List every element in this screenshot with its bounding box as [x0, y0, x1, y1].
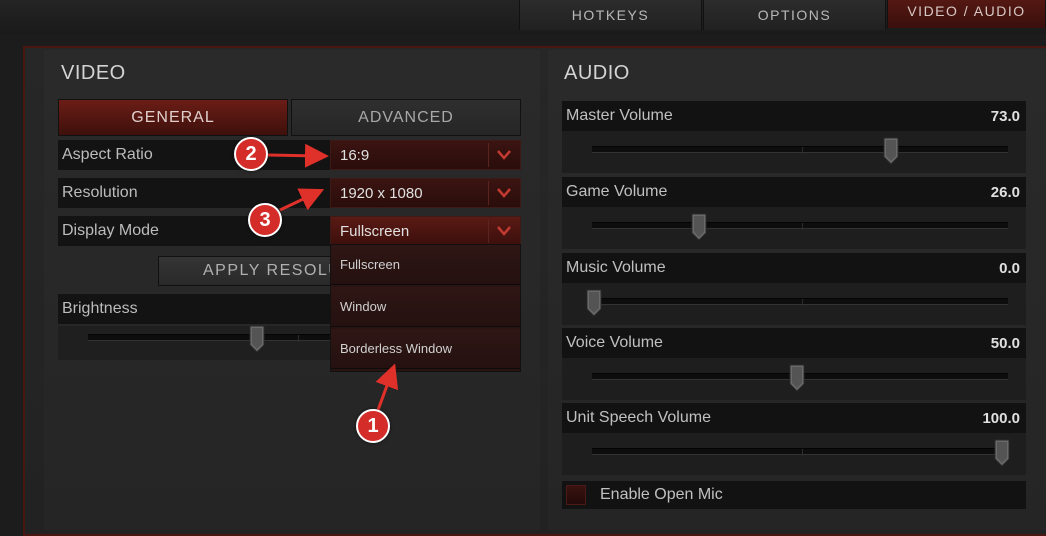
volume-label: Master Volume	[566, 107, 673, 124]
chevron-down-icon	[488, 143, 518, 167]
display-mode-label: Display Mode	[58, 216, 330, 246]
brightness-slider[interactable]	[88, 334, 330, 342]
volume-slider[interactable]	[592, 448, 1008, 456]
volume-row: Master Volume 73.0	[562, 101, 1026, 131]
resolution-value: 1920 x 1080	[340, 184, 423, 202]
option-fullscreen[interactable]: Fullscreen	[331, 245, 520, 285]
volume-slider-thumb[interactable]	[883, 137, 899, 165]
top-tab-bar: HOTKEYS OPTIONS VIDEO / AUDIO	[0, 0, 1046, 34]
video-section-title: VIDEO	[61, 62, 126, 84]
volume-slider-thumb[interactable]	[789, 364, 805, 392]
tab-options[interactable]: OPTIONS	[703, 0, 886, 30]
display-mode-value: Fullscreen	[340, 222, 410, 240]
volume-slider[interactable]	[592, 146, 1008, 154]
volume-value: 73.0	[990, 107, 1020, 125]
tab-advanced[interactable]: ADVANCED	[291, 99, 521, 136]
volume-label: Unit Speech Volume	[566, 409, 711, 426]
annotation-badge-3: 3	[248, 203, 282, 237]
volume-value: 0.0	[999, 259, 1020, 277]
tab-hotkeys[interactable]: HOTKEYS	[519, 0, 702, 30]
open-mic-checkbox[interactable]	[566, 485, 586, 505]
volume-label: Game Volume	[566, 183, 668, 200]
volume-label: Music Volume	[566, 259, 666, 276]
volume-slider[interactable]	[592, 222, 1008, 230]
volume-value: 100.0	[982, 409, 1020, 427]
open-mic-label: Enable Open Mic	[600, 486, 723, 503]
resolution-label: Resolution	[58, 178, 330, 208]
volume-slider-thumb[interactable]	[994, 439, 1010, 467]
chevron-down-icon	[488, 181, 518, 205]
apply-resolution-button[interactable]: APPLY RESOLU	[158, 256, 338, 286]
tab-general[interactable]: GENERAL	[58, 99, 288, 136]
volume-slider-thumb[interactable]	[586, 289, 602, 317]
display-mode-options: Fullscreen Window Borderless Window	[330, 244, 521, 372]
volume-row: Unit Speech Volume 100.0	[562, 403, 1026, 433]
brightness-label: Brightness	[58, 294, 330, 324]
aspect-ratio-dropdown[interactable]: 16:9	[330, 140, 521, 170]
volume-row: Music Volume 0.0	[562, 253, 1026, 283]
aspect-ratio-label: Aspect Ratio	[58, 140, 330, 170]
volume-value: 26.0	[990, 183, 1020, 201]
brightness-slider-area	[58, 326, 330, 360]
volume-slider[interactable]	[592, 298, 1008, 306]
chevron-down-icon	[488, 219, 518, 243]
brightness-slider-thumb[interactable]	[249, 325, 265, 353]
volume-row: Game Volume 26.0	[562, 177, 1026, 207]
volume-value: 50.0	[990, 334, 1020, 352]
open-mic-row[interactable]: Enable Open Mic	[562, 481, 1026, 509]
volume-slider-thumb[interactable]	[691, 213, 707, 241]
display-mode-dropdown[interactable]: Fullscreen	[330, 216, 521, 246]
option-borderless-window[interactable]: Borderless Window	[331, 329, 520, 369]
tab-video-audio[interactable]: VIDEO / AUDIO	[887, 0, 1046, 28]
option-window[interactable]: Window	[331, 287, 520, 327]
volume-row: Voice Volume 50.0	[562, 328, 1026, 358]
audio-section-title: AUDIO	[564, 62, 630, 84]
aspect-ratio-value: 16:9	[340, 146, 370, 164]
annotation-badge-1: 1	[356, 409, 390, 443]
annotation-badge-2: 2	[234, 137, 268, 171]
volume-label: Voice Volume	[566, 334, 663, 351]
resolution-dropdown[interactable]: 1920 x 1080	[330, 178, 521, 208]
